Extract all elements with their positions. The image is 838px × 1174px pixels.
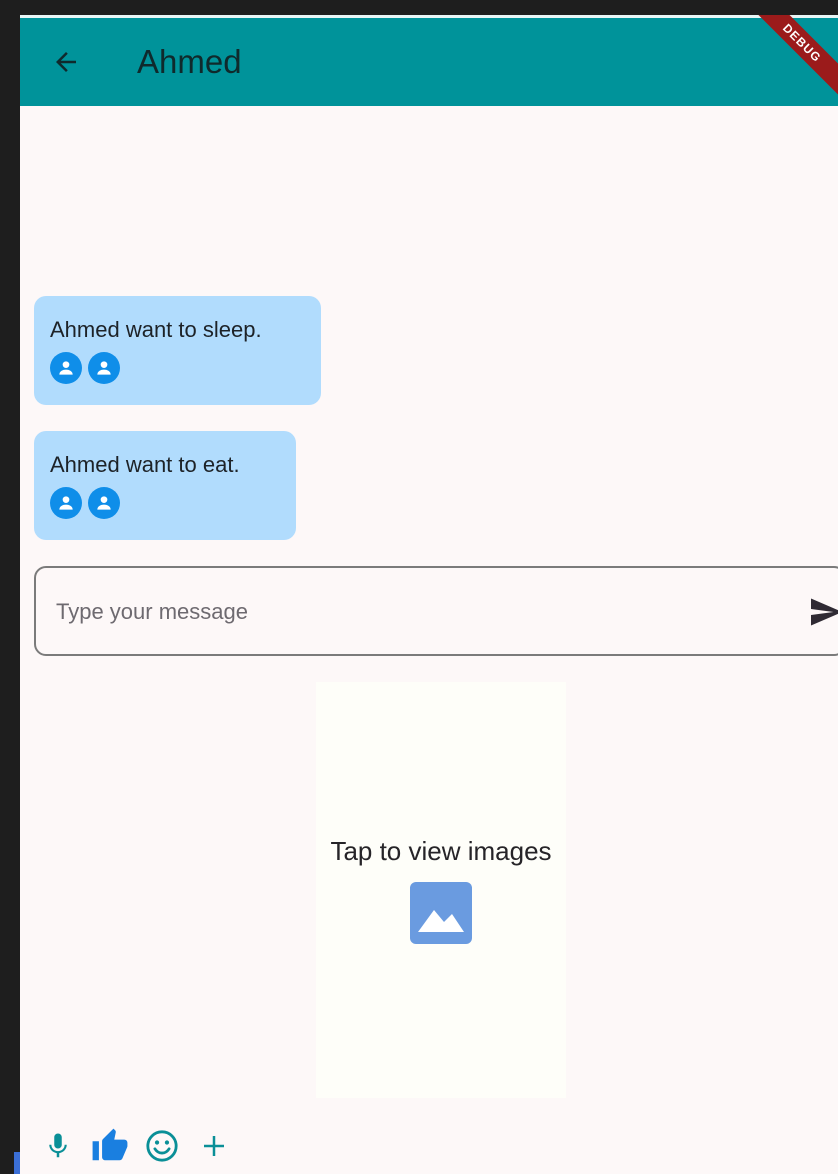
message-text: Ahmed want to sleep. <box>50 317 262 342</box>
read-receipts <box>50 487 280 519</box>
plus-icon <box>204 1136 224 1156</box>
read-receipts <box>50 352 305 384</box>
emoji-icon <box>146 1130 178 1162</box>
mic-icon <box>49 1133 67 1158</box>
mic-button[interactable] <box>38 1126 78 1166</box>
send-button[interactable] <box>804 592 838 632</box>
person-icon <box>50 487 82 519</box>
app-bar: Ahmed DEBUG <box>20 15 838 106</box>
composer-toolbar <box>38 1124 234 1168</box>
send-icon <box>811 598 838 626</box>
message-composer <box>34 566 838 656</box>
window-frame: Ahmed DEBUG Ahmed want to sleep. Ahmed w… <box>0 0 838 1174</box>
person-icon <box>88 487 120 519</box>
chat-screen: Ahmed DEBUG Ahmed want to sleep. Ahmed w… <box>20 15 838 1174</box>
debug-banner: DEBUG <box>744 15 838 101</box>
page-title: Ahmed <box>137 43 242 80</box>
image-panel-label: Tap to view images <box>330 836 552 866</box>
arrow-back-icon <box>56 52 76 72</box>
image-gallery-panel[interactable]: Tap to view images <box>316 682 566 1098</box>
back-button[interactable] <box>46 42 86 82</box>
message-bubble[interactable]: Ahmed want to eat. <box>34 431 296 540</box>
person-icon <box>88 352 120 384</box>
image-icon <box>410 882 472 944</box>
message-text: Ahmed want to eat. <box>50 452 240 477</box>
thumbs-up-icon <box>92 1128 128 1161</box>
add-attachment-button[interactable] <box>194 1126 234 1166</box>
emoji-button[interactable] <box>142 1126 182 1166</box>
person-icon <box>50 352 82 384</box>
like-button[interactable] <box>90 1126 130 1166</box>
message-bubble[interactable]: Ahmed want to sleep. <box>34 296 321 405</box>
message-input[interactable] <box>54 590 778 634</box>
